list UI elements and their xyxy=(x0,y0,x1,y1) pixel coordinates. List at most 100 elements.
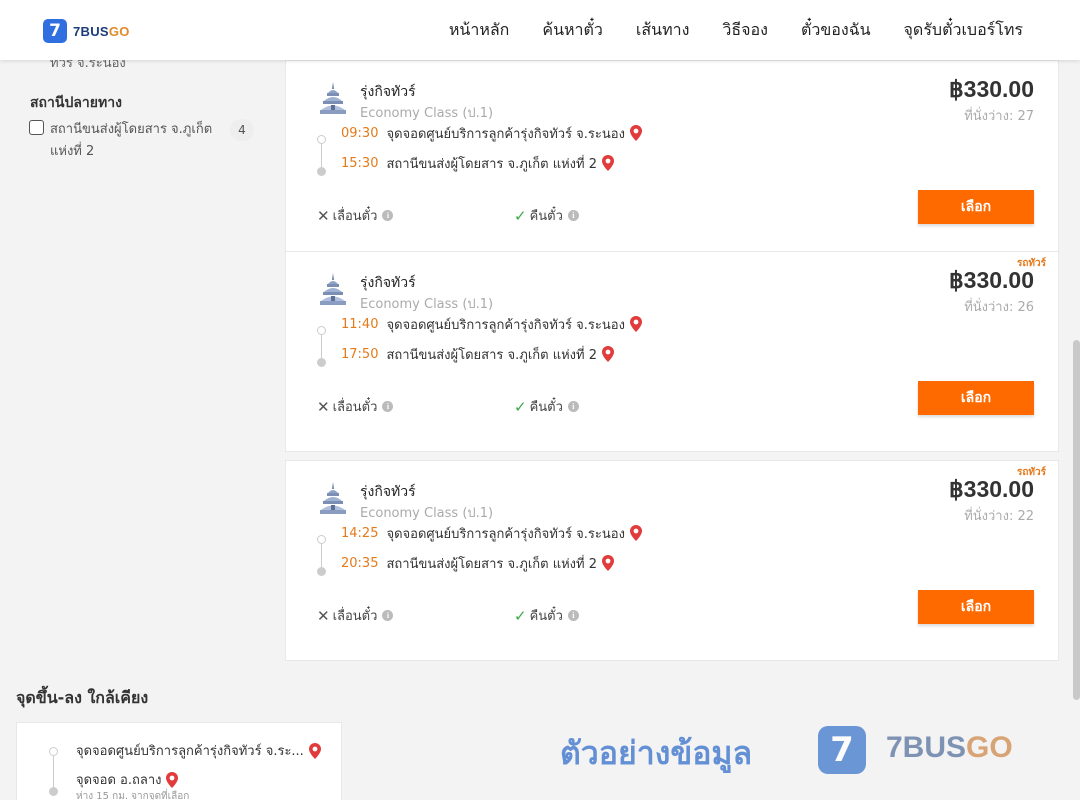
ticket-price: ฿330.00 xyxy=(949,76,1034,102)
arrival-stop: 15:30 สถานีขนส่งผู้โดยสาร จ.ภูเก็ต แห่งท… xyxy=(341,153,615,173)
arrival-stop-label: สถานีขนส่งผู้โดยสาร จ.ภูเก็ต แห่งที่ 2 xyxy=(386,556,598,572)
ticket-price: ฿330.00 xyxy=(949,476,1034,502)
select-trip-button[interactable]: เลือก xyxy=(918,381,1034,415)
operator-name: รุ่งกิจทัวร์ xyxy=(360,275,416,291)
destination-option-count: 4 xyxy=(230,119,254,141)
nearby-stop-card[interactable]: จุดจอดศูนย์บริการลูกค้ารุ่งกิจทัวร์ จ.ระ… xyxy=(16,722,342,800)
departure-stop: 14:25 จุดจอดศูนย์บริการลูกค้ารุ่งกิจทัวร… xyxy=(341,523,642,543)
trip-card[interactable]: รถทัวร์ รุ่งกิจทัวร์ Economy Class (ป.1)… xyxy=(285,251,1059,452)
reschedule-policy: ✕ เลื่อนตั๋ว i xyxy=(317,605,394,626)
timeline-dot xyxy=(317,358,326,367)
nav-home[interactable]: หน้าหลัก xyxy=(449,18,510,43)
nearby-stops-title: จุดขึ้น-ลง ใกล้เคียง xyxy=(16,688,149,707)
main-nav: หน้าหลัก ค้นหาตั๋ว เส้นทาง วิธีจอง ตั๋วข… xyxy=(449,0,1023,60)
info-icon[interactable]: i xyxy=(382,401,394,412)
departure-stop: 09:30 จุดจอดศูนย์บริการลูกค้ารุ่งกิจทัวร… xyxy=(341,123,642,143)
location-pin-icon[interactable] xyxy=(308,742,321,759)
seats-available: ที่นั่งว่าง: 26 xyxy=(964,300,1034,315)
brand-logo-icon: 7 xyxy=(43,19,67,43)
location-pin-icon[interactable] xyxy=(602,155,615,171)
arrival-time: 17:50 xyxy=(341,346,379,362)
nearby-stop-destination: จุดจอด อ.ถลาง xyxy=(76,769,179,790)
refund-label: คืนตั๋ว xyxy=(529,209,563,224)
arrival-stop-label: สถานีขนส่งผู้โดยสาร จ.ภูเก็ต แห่งที่ 2 xyxy=(386,347,598,363)
nearby-stop-origin: จุดจอดศูนย์บริการลูกค้ารุ่งกิจทัวร์ จ.ระ… xyxy=(76,740,321,761)
arrival-time: 20:35 xyxy=(341,555,379,571)
refund-policy: ✓ คืนตั๋ว i xyxy=(514,396,579,417)
temple-logo-icon xyxy=(320,273,346,305)
departure-time: 09:30 xyxy=(341,125,379,141)
temple-logo-icon xyxy=(320,482,346,514)
select-trip-button[interactable]: เลือก xyxy=(918,190,1034,224)
x-icon: ✕ xyxy=(317,397,330,416)
timeline-dot xyxy=(49,747,58,756)
reschedule-label: เลื่อนตั๋ว xyxy=(332,400,378,415)
timeline-dot xyxy=(317,167,326,176)
nav-routes[interactable]: เส้นทาง xyxy=(636,18,690,43)
sample-data-watermark: ตัวอย่างข้อมูล xyxy=(560,734,753,772)
destination-checkbox[interactable] xyxy=(29,120,44,135)
seats-available: ที่นั่งว่าง: 27 xyxy=(964,109,1034,124)
select-trip-button[interactable]: เลือก xyxy=(918,590,1034,624)
seats-available: ที่นั่งว่าง: 22 xyxy=(964,509,1034,524)
operator-name: รุ่งกิจทัวร์ xyxy=(360,84,416,100)
arrival-stop: 17:50 สถานีขนส่งผู้โดยสาร จ.ภูเก็ต แห่งท… xyxy=(341,344,615,364)
departure-stop-label: จุดจอดศูนย์บริการลูกค้ารุ่งกิจทัวร์ จ.ระ… xyxy=(386,317,625,333)
refund-label: คืนตั๋ว xyxy=(529,400,563,415)
reschedule-policy: ✕ เลื่อนตั๋ว i xyxy=(317,396,394,417)
timeline-dot xyxy=(317,535,326,544)
timeline-dot xyxy=(317,567,326,576)
x-icon: ✕ xyxy=(317,606,330,625)
nav-search-tickets[interactable]: ค้นหาตั๋ว xyxy=(542,18,603,43)
departure-time: 11:40 xyxy=(341,316,379,332)
refund-policy: ✓ คืนตั๋ว i xyxy=(514,605,579,626)
operator-name: รุ่งกิจทัวร์ xyxy=(360,484,416,500)
timeline-dot xyxy=(317,326,326,335)
info-icon[interactable]: i xyxy=(382,610,394,621)
info-icon[interactable]: i xyxy=(382,210,394,221)
brand-logo[interactable]: 7 7BUSGO xyxy=(43,19,130,43)
trip-card[interactable]: รถทัวร์ รุ่งกิจทัวร์ Economy Class (ป.1)… xyxy=(285,460,1059,661)
temple-logo-icon xyxy=(320,82,346,114)
info-icon[interactable]: i xyxy=(567,210,579,221)
arrival-time: 15:30 xyxy=(341,155,379,171)
brand-logo-text: 7BUSGO xyxy=(73,23,130,39)
refund-policy: ✓ คืนตั๋ว i xyxy=(514,205,579,226)
watermark-logo-icon: 7 xyxy=(818,726,866,774)
timeline-line xyxy=(321,334,322,360)
location-pin-icon[interactable] xyxy=(629,525,642,541)
top-header: 7 7BUSGO หน้าหลัก ค้นหาตั๋ว เส้นทาง วิธี… xyxy=(0,0,1080,60)
nav-my-tickets[interactable]: ตั๋วของฉัน xyxy=(801,18,871,43)
departure-stop: 11:40 จุดจอดศูนย์บริการลูกค้ารุ่งกิจทัวร… xyxy=(341,314,642,334)
timeline-line xyxy=(321,143,322,169)
departure-time: 14:25 xyxy=(341,525,379,541)
page-scrollbar[interactable] xyxy=(1073,340,1080,700)
reschedule-label: เลื่อนตั๋ว xyxy=(332,209,378,224)
ticket-price: ฿330.00 xyxy=(949,267,1034,293)
destination-filter-title: สถานีปลายทาง xyxy=(30,95,122,111)
location-pin-icon[interactable] xyxy=(602,555,615,571)
departure-stop-label: จุดจอดศูนย์บริการลูกค้ารุ่งกิจทัวร์ จ.ระ… xyxy=(386,526,625,542)
timeline-line xyxy=(321,543,322,569)
reschedule-policy: ✕ เลื่อนตั๋ว i xyxy=(317,205,394,226)
location-pin-icon[interactable] xyxy=(629,316,642,332)
x-icon: ✕ xyxy=(317,206,330,225)
bus-class: Economy Class (ป.1) xyxy=(360,106,494,121)
refund-label: คืนตั๋ว xyxy=(529,609,563,624)
watermark-brand: 7BUSGO xyxy=(886,731,1013,764)
nearby-stop-destination-label: จุดจอด อ.ถลาง xyxy=(76,773,162,788)
trip-card[interactable]: รุ่งกิจทัวร์ Economy Class (ป.1) ฿330.00… xyxy=(285,60,1059,261)
nav-how-to-book[interactable]: วิธีจอง xyxy=(722,18,768,43)
nearby-stop-origin-label: จุดจอดศูนย์บริการลูกค้ารุ่งกิจทัวร์ จ.ระ… xyxy=(76,744,304,759)
nav-ticket-pickup-phone[interactable]: จุดรับตั๋วเบอร์โทร xyxy=(904,18,1023,43)
timeline-dot xyxy=(49,787,58,796)
location-pin-icon[interactable] xyxy=(629,125,642,141)
bus-class: Economy Class (ป.1) xyxy=(360,297,494,312)
bus-class: Economy Class (ป.1) xyxy=(360,506,494,521)
nearby-stop-distance: ห่าง 15 กม. จากจุดที่เลือก xyxy=(76,791,190,800)
location-pin-icon[interactable] xyxy=(602,346,615,362)
location-pin-icon[interactable] xyxy=(166,771,179,788)
departure-stop-label: จุดจอดศูนย์บริการลูกค้ารุ่งกิจทัวร์ จ.ระ… xyxy=(386,126,625,142)
info-icon[interactable]: i xyxy=(567,610,579,621)
info-icon[interactable]: i xyxy=(567,401,579,412)
